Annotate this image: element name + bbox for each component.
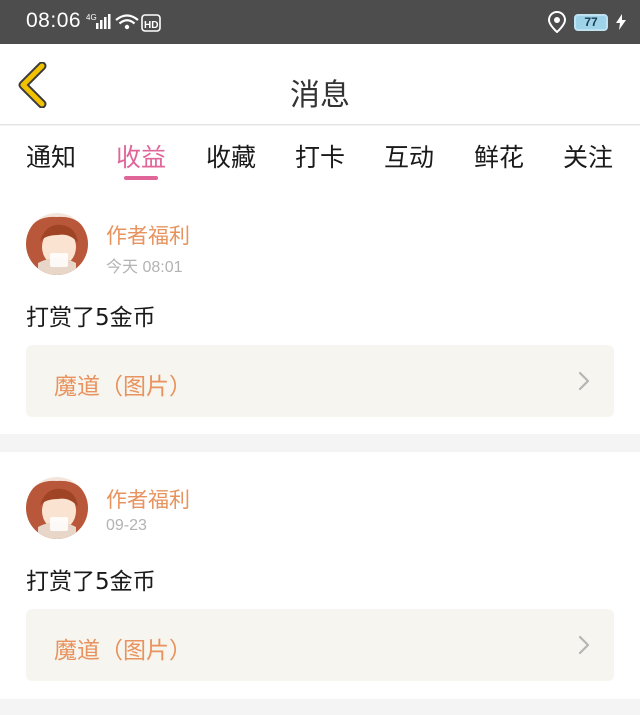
avatar[interactable] <box>26 477 88 539</box>
tab-favorites[interactable]: 收藏 <box>206 138 256 174</box>
author-name: 作者福利 <box>106 224 190 248</box>
nav-bar: 消息 <box>0 44 640 125</box>
linked-content-button[interactable]: 魔道（图片） <box>26 609 614 681</box>
tab-flowers[interactable]: 鲜花 <box>474 138 524 174</box>
tab-earnings[interactable]: 收益 <box>116 138 166 174</box>
signal-wifi-hd-icons: 4G HD <box>86 13 161 32</box>
tab-bar: 通知 收益 收藏 打卡 互动 鲜花 关注 <box>0 126 640 192</box>
tab-interactions[interactable]: 互动 <box>384 138 434 174</box>
linked-content-title: 魔道（图片） <box>54 638 192 664</box>
chevron-right-icon <box>578 371 590 391</box>
tab-notifications[interactable]: 通知 <box>26 138 76 174</box>
location-icon <box>548 11 566 33</box>
charging-icon <box>616 14 626 30</box>
message-card: 作者福利 今天 08:01 打赏了5金币 魔道（图片） <box>0 192 640 434</box>
avatar-image <box>26 477 88 539</box>
linked-content-button[interactable]: 魔道（图片） <box>26 345 614 417</box>
linked-content-title: 魔道（图片） <box>54 374 192 400</box>
tab-follows[interactable]: 关注 <box>563 138 613 174</box>
network-type-label: 4G <box>86 13 97 22</box>
message-time: 今天 08:01 <box>106 259 183 276</box>
message-text: 打赏了5金币 <box>26 569 156 595</box>
active-tab-indicator <box>124 176 158 180</box>
message-time: 09-23 <box>106 517 147 534</box>
message-text: 打赏了5金币 <box>26 305 156 331</box>
tab-checkin[interactable]: 打卡 <box>295 138 345 174</box>
message-card: 作者福利 09-23 打赏了5金币 魔道（图片） <box>0 452 640 699</box>
hd-label: HD <box>144 20 158 31</box>
page-title: 消息 <box>290 78 350 113</box>
chevron-right-icon <box>578 635 590 655</box>
status-bar: 08:06 4G HD 77 <box>0 0 640 44</box>
status-time: 08:06 <box>26 9 82 32</box>
avatar[interactable] <box>26 213 88 275</box>
author-name: 作者福利 <box>106 488 190 512</box>
battery-indicator: 77 <box>574 13 608 31</box>
avatar-image <box>26 213 88 275</box>
